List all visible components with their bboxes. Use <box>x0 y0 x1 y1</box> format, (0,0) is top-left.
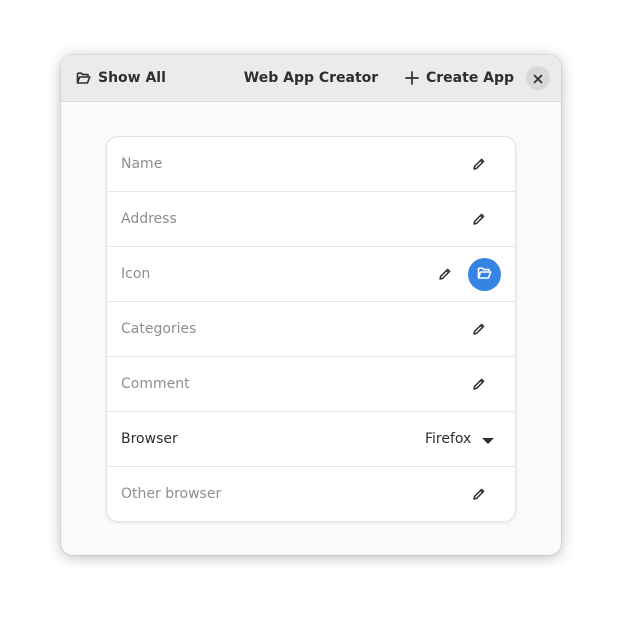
pencil-icon[interactable] <box>467 482 491 506</box>
pencil-icon[interactable] <box>467 372 491 396</box>
plus-icon <box>405 71 419 85</box>
categories-field[interactable]: Categories <box>121 302 196 356</box>
browser-row[interactable]: Browser Firefox <box>107 412 515 467</box>
other-browser-field[interactable]: Other browser <box>121 467 221 521</box>
header-bar: Show All Web App Creator Create App <box>61 55 561 102</box>
pencil-icon[interactable] <box>433 262 457 286</box>
pencil-icon[interactable] <box>467 207 491 231</box>
pencil-icon[interactable] <box>467 317 491 341</box>
app-window: Show All Web App Creator Create App Name <box>61 55 561 555</box>
comment-field[interactable]: Comment <box>121 357 190 411</box>
other-browser-row[interactable]: Other browser <box>107 467 515 521</box>
folder-open-icon <box>76 71 91 85</box>
address-field[interactable]: Address <box>121 192 177 246</box>
name-row[interactable]: Name <box>107 137 515 192</box>
create-app-button[interactable]: Create App <box>405 64 514 92</box>
caret-down-icon <box>481 430 495 449</box>
icon-picker-button[interactable] <box>468 258 501 291</box>
address-row[interactable]: Address <box>107 192 515 247</box>
icon-row[interactable]: Icon <box>107 247 515 302</box>
close-icon <box>533 69 543 88</box>
browser-selected-value: Firefox <box>425 431 472 447</box>
name-field[interactable]: Name <box>121 137 162 191</box>
folder-open-icon <box>477 265 492 284</box>
window-title: Web App Creator <box>243 70 379 86</box>
browser-dropdown[interactable]: Firefox <box>425 412 495 466</box>
app-form-list: Name Address Icon Categories Comment Bro… <box>106 136 516 522</box>
browser-label: Browser <box>121 431 178 447</box>
comment-row[interactable]: Comment <box>107 357 515 412</box>
icon-field[interactable]: Icon <box>121 247 150 301</box>
categories-row[interactable]: Categories <box>107 302 515 357</box>
show-all-button[interactable]: Show All <box>76 64 166 92</box>
close-button[interactable] <box>526 66 550 90</box>
pencil-icon[interactable] <box>467 152 491 176</box>
create-app-label: Create App <box>426 70 515 86</box>
show-all-label: Show All <box>98 70 166 86</box>
